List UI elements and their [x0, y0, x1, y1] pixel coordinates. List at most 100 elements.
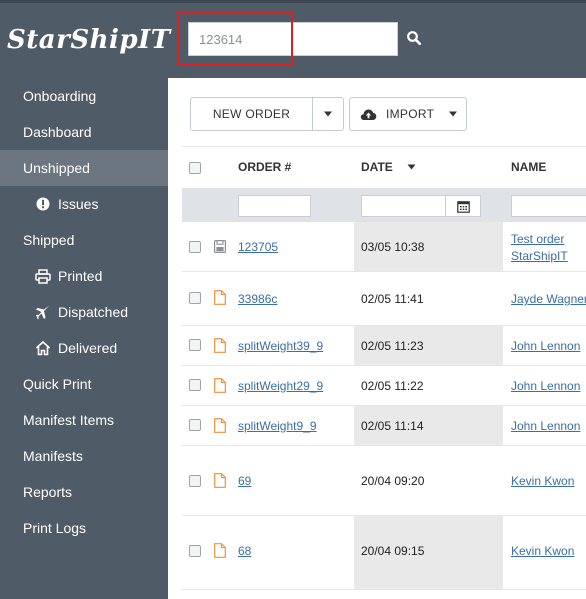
search-box — [188, 22, 398, 56]
sidebar-item-delivered[interactable]: Delivered — [0, 330, 168, 366]
name-filter-input[interactable] — [511, 195, 586, 217]
import-label: IMPORT — [386, 107, 435, 121]
document-icon[interactable] — [214, 378, 226, 393]
home-icon — [35, 340, 51, 356]
caret-down-icon — [324, 111, 332, 117]
select-all-checkbox[interactable] — [189, 162, 201, 174]
sidebar-item-label: Quick Print — [23, 376, 92, 392]
sidebar-item-label: Manifests — [23, 448, 83, 464]
sidebar: Onboarding Dashboard Unshipped Issues Sh… — [0, 78, 168, 599]
search-input[interactable] — [189, 23, 397, 55]
table-row[interactable]: 33986c 02/05 11:41 Jayde Wagner — [182, 272, 586, 326]
sidebar-item-quick-print[interactable]: Quick Print — [0, 366, 168, 402]
document-icon[interactable] — [214, 543, 226, 558]
sidebar-item-print-logs[interactable]: Print Logs — [0, 510, 168, 546]
date-picker-button[interactable] — [445, 195, 481, 217]
caret-down-icon — [449, 111, 458, 117]
sidebar-item-label: Shipped — [23, 232, 75, 248]
table-row[interactable]: splitWeight9_9 02/05 11:14 John Lennon — [182, 406, 586, 446]
table-row[interactable]: splitWeight39_9 02/05 11:23 John Lennon — [182, 326, 586, 366]
filter-row — [182, 188, 586, 222]
sidebar-item-unshipped[interactable]: Unshipped — [0, 150, 168, 186]
new-order-button[interactable]: NEW ORDER — [191, 98, 313, 130]
order-date: 20/04 09:15 — [361, 544, 425, 558]
new-order-dropdown-toggle[interactable] — [313, 98, 343, 130]
customer-name-link[interactable]: Kevin Kwon — [511, 473, 574, 490]
customer-name-link[interactable]: John Lennon — [511, 418, 580, 435]
customer-name-link-line2[interactable]: StarShipIT — [511, 248, 568, 265]
customer-name-link[interactable]: John Lennon — [511, 338, 580, 355]
top-bar: StarShipIT — [0, 0, 586, 78]
order-number-link[interactable]: 68 — [238, 544, 251, 558]
calendar-icon — [456, 200, 470, 213]
order-number-link[interactable]: splitWeight29_9 — [238, 379, 323, 393]
document-icon[interactable] — [214, 338, 226, 353]
order-date: 20/04 09:20 — [361, 474, 425, 488]
order-number-link[interactable]: splitWeight9_9 — [238, 419, 317, 433]
table-row[interactable]: splitWeight29_9 02/05 11:22 John Lennon — [182, 366, 586, 406]
document-icon[interactable] — [214, 418, 226, 433]
sidebar-item-label: Issues — [58, 196, 99, 212]
sidebar-item-label: Dispatched — [58, 304, 129, 320]
column-header-order[interactable]: ORDER # — [238, 160, 291, 174]
sidebar-item-label: Printed — [58, 268, 103, 284]
main-content: NEW ORDER IMPORT ORDER # DATE NAME 12370… — [168, 78, 586, 599]
search-icon[interactable] — [406, 30, 422, 46]
order-date: 02/05 11:14 — [361, 419, 424, 433]
row-checkbox[interactable] — [189, 241, 201, 253]
plane-icon — [35, 304, 51, 320]
row-checkbox[interactable] — [189, 292, 201, 304]
logo-text: StarShipIT — [7, 25, 171, 55]
new-order-split-button: NEW ORDER — [190, 97, 344, 131]
order-number-link[interactable]: 123705 — [238, 240, 278, 254]
table-row[interactable]: 123705 03/05 10:38 Test order StarShipIT — [182, 222, 586, 272]
sidebar-item-shipped[interactable]: Shipped — [0, 222, 168, 258]
starshipit-logo[interactable]: StarShipIT — [4, 18, 170, 62]
sidebar-item-label: Print Logs — [23, 520, 87, 536]
import-button[interactable]: IMPORT — [349, 97, 467, 131]
row-checkbox[interactable] — [189, 339, 201, 351]
sidebar-item-manifests[interactable]: Manifests — [0, 438, 168, 474]
order-date: 02/05 11:41 — [361, 292, 424, 306]
sidebar-item-onboarding[interactable]: Onboarding — [0, 78, 168, 114]
sidebar-item-manifest-items[interactable]: Manifest Items — [0, 402, 168, 438]
order-number-link[interactable]: 33986c — [238, 292, 277, 306]
table-row[interactable]: 69 20/04 09:20 Kevin Kwon — [182, 446, 586, 516]
order-number-link[interactable]: 69 — [238, 474, 251, 488]
sidebar-item-label: Unshipped — [23, 160, 90, 176]
sidebar-item-label: Reports — [23, 484, 73, 500]
customer-name-link[interactable]: Test order — [511, 231, 564, 248]
sidebar-item-reports[interactable]: Reports — [0, 474, 168, 510]
table-header: ORDER # DATE NAME — [182, 146, 586, 188]
sidebar-item-printed[interactable]: Printed — [0, 258, 168, 294]
customer-name-link[interactable]: Jayde Wagner — [511, 291, 586, 308]
sidebar-item-label: Delivered — [58, 340, 118, 356]
sidebar-item-issues[interactable]: Issues — [0, 186, 168, 222]
sidebar-item-label: Onboarding — [23, 88, 97, 104]
sidebar-item-label: Manifest Items — [23, 412, 115, 428]
row-checkbox[interactable] — [189, 475, 201, 487]
order-number-link[interactable]: splitWeight39_9 — [238, 339, 323, 353]
row-checkbox[interactable] — [189, 419, 201, 431]
save-icon[interactable] — [214, 239, 226, 254]
column-header-name[interactable]: NAME — [511, 160, 546, 174]
customer-name-link[interactable]: Kevin Kwon — [511, 543, 574, 560]
row-checkbox[interactable] — [189, 545, 201, 557]
row-checkbox[interactable] — [189, 379, 201, 391]
order-date: 03/05 10:38 — [361, 240, 425, 254]
sidebar-item-dispatched[interactable]: Dispatched — [0, 294, 168, 330]
order-date: 02/05 11:23 — [361, 339, 424, 353]
sidebar-item-dashboard[interactable]: Dashboard — [0, 114, 168, 150]
column-header-date[interactable]: DATE — [361, 160, 393, 174]
table-row[interactable]: 68 20/04 09:15 Kevin Kwon — [182, 516, 586, 590]
customer-name-link[interactable]: John Lennon — [511, 378, 580, 395]
printer-icon — [35, 268, 51, 284]
document-icon[interactable] — [214, 290, 226, 305]
date-filter-input[interactable] — [361, 195, 446, 217]
document-icon[interactable] — [214, 473, 226, 488]
exclamation-circle-icon — [35, 196, 51, 212]
order-date: 02/05 11:22 — [361, 379, 424, 393]
sort-desc-icon[interactable] — [407, 164, 416, 170]
order-filter-input[interactable] — [238, 195, 311, 217]
cloud-upload-icon — [360, 109, 377, 120]
